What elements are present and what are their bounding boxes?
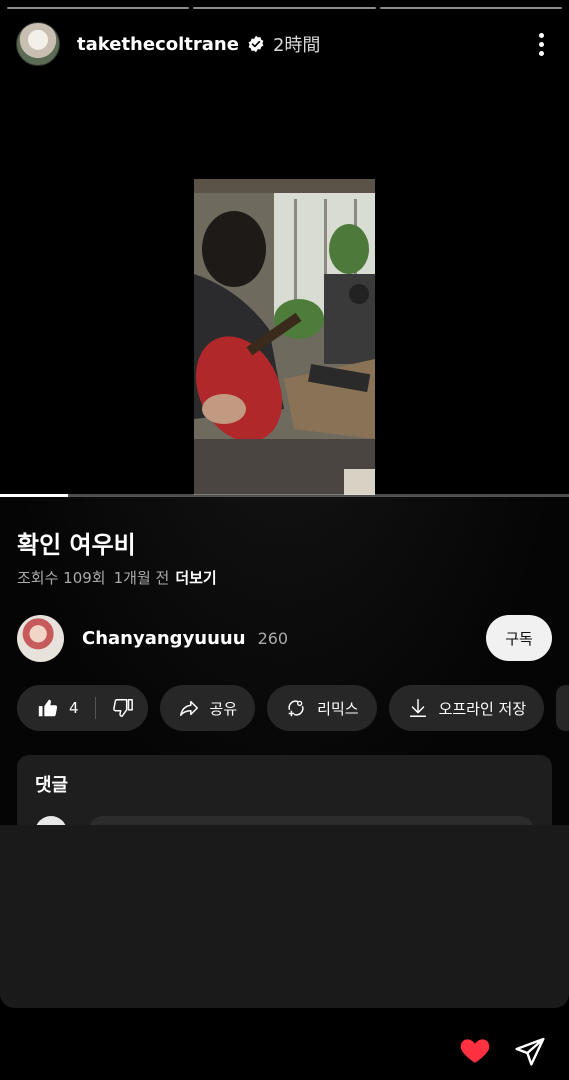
video-progress-bar[interactable] bbox=[0, 494, 569, 497]
remix-label: 리믹스 bbox=[317, 699, 359, 718]
story-progress-segment bbox=[193, 7, 376, 9]
story-header: takethecoltrane 2時間 bbox=[16, 20, 553, 68]
video-title: 확인 여우비 bbox=[17, 531, 136, 559]
story-reply-area bbox=[0, 825, 569, 1008]
remix-button[interactable]: 리믹스 bbox=[267, 685, 377, 731]
comment-avatar bbox=[35, 816, 67, 825]
subscriber-count: 260 bbox=[257, 628, 289, 648]
share-icon bbox=[179, 700, 198, 717]
view-count: 조회수 109회 bbox=[17, 569, 106, 587]
action-bar: 4 공유 리믹스 오프라인 저장 bbox=[17, 685, 569, 731]
verified-badge-icon bbox=[248, 35, 264, 53]
like-dislike-button[interactable]: 4 bbox=[17, 685, 148, 731]
video-progress-fill bbox=[0, 494, 69, 497]
like-count: 4 bbox=[69, 699, 79, 717]
story-time: 2時間 bbox=[272, 35, 321, 56]
comments-label: 댓글 bbox=[35, 775, 69, 796]
share-button[interactable]: 공유 bbox=[159, 685, 256, 731]
video-meta: 조회수 109회 1개월 전 더보기 bbox=[17, 567, 217, 588]
channel-avatar[interactable] bbox=[17, 614, 64, 662]
channel-name[interactable]: Chanyangyuuuu bbox=[82, 628, 246, 649]
story-username[interactable]: takethecoltrane bbox=[77, 34, 239, 55]
video-thumbnail[interactable] bbox=[194, 179, 375, 495]
like-divider bbox=[94, 697, 96, 719]
more-options-icon[interactable] bbox=[529, 30, 553, 58]
story-progress-bar bbox=[7, 7, 562, 9]
more-link[interactable]: 더보기 bbox=[175, 569, 216, 587]
channel-row[interactable]: Chanyangyuuuu 260 구독 bbox=[17, 614, 552, 662]
comments-section[interactable]: 댓글 bbox=[17, 755, 552, 825]
story-progress-segment bbox=[379, 7, 562, 9]
remix-icon bbox=[288, 700, 304, 717]
story-avatar[interactable] bbox=[16, 22, 60, 66]
send-icon[interactable] bbox=[514, 1035, 546, 1067]
subscribe-button[interactable]: 구독 bbox=[486, 615, 552, 661]
share-label: 공유 bbox=[209, 699, 238, 718]
story-progress-segment bbox=[7, 7, 190, 9]
heart-icon[interactable] bbox=[458, 1033, 492, 1067]
thumbs-down-icon[interactable] bbox=[112, 697, 134, 719]
upload-age: 1개월 전 bbox=[113, 569, 170, 587]
download-label: 오프라인 저장 bbox=[438, 699, 527, 718]
download-icon bbox=[409, 699, 426, 717]
download-button[interactable]: 오프라인 저장 bbox=[388, 685, 545, 731]
comment-input[interactable] bbox=[89, 816, 534, 825]
shared-video-card[interactable]: 확인 여우비 조회수 109회 1개월 전 더보기 Chanyangyuuuu 26… bbox=[0, 178, 569, 825]
overflow-action-button[interactable] bbox=[556, 685, 569, 731]
thumbs-up-icon[interactable] bbox=[37, 697, 59, 719]
